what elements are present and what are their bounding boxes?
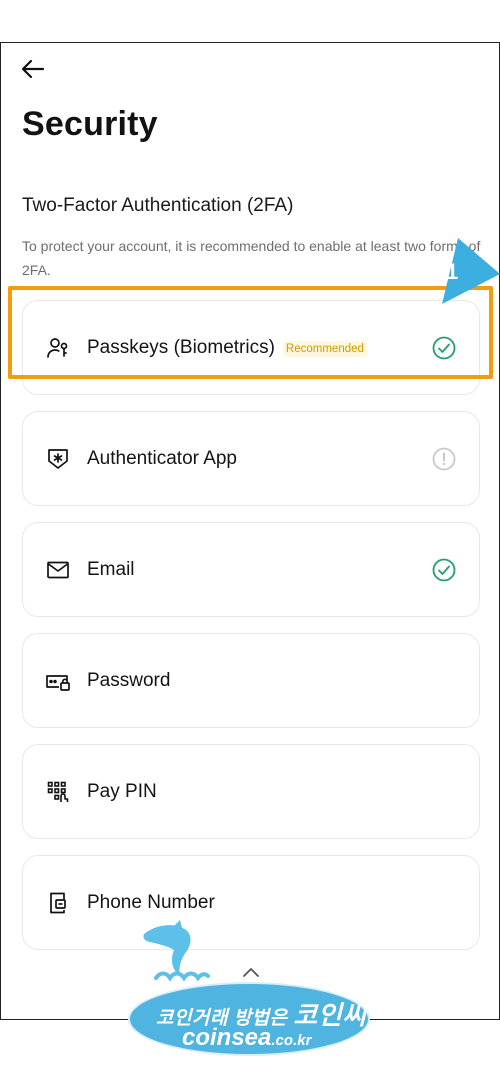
arrow-left-icon[interactable] [19,57,47,81]
app-screen: Security Two-Factor Authentication (2FA)… [0,42,500,1020]
twofa-item-email[interactable]: Email [22,522,480,617]
twofa-item-label: Email [87,558,135,580]
twofa-item-label: Pay PIN [87,780,157,802]
callout-number: 1 [446,259,459,284]
envelope-icon [45,557,71,583]
coinsea-watermark: 코인거래 방법은 코인씨 coinsea.co.kr [128,920,378,1060]
twofa-item-passkeys[interactable]: Passkeys (Biometrics) Recommended [22,300,480,395]
recommended-badge: Recommended [282,340,367,357]
twofa-item-authenticator-app[interactable]: Authenticator App [22,411,480,506]
keypad-icon [45,779,71,805]
check-circle-icon [432,336,456,359]
callout-arrow-icon [442,238,500,304]
section-title: Two-Factor Authentication (2FA) [22,195,294,216]
twofa-item-pay-pin[interactable]: Pay PIN [22,744,480,839]
twofa-item-label: Passkeys (Biometrics) [87,336,275,358]
twofa-item-label: Phone Number [87,891,215,913]
user-key-icon [45,335,71,361]
twofa-item-label: Password [87,669,171,691]
section-description: To protect your account, it is recommend… [22,238,481,278]
phone-icon [45,890,71,916]
watermark-url: coinsea.co.kr [182,1024,311,1052]
twofa-item-label: Authenticator App [87,447,237,469]
page-title: Security [22,105,158,143]
watermark-url-suffix: .co.kr [271,1032,312,1049]
twofa-item-password[interactable]: Password [22,633,480,728]
password-lock-icon [45,668,71,694]
exclamation-circle-icon [432,447,456,470]
check-circle-icon [432,558,456,581]
shield-asterisk-icon [45,446,71,472]
watermark-url-main: coinsea [182,1024,272,1051]
dolphin-logo-icon [143,920,210,982]
